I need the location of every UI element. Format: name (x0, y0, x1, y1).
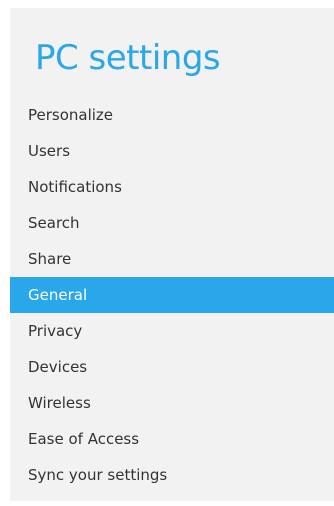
menu-item-devices[interactable]: Devices (10, 349, 334, 385)
menu-item-privacy[interactable]: Privacy (10, 313, 334, 349)
menu-item-wireless[interactable]: Wireless (10, 385, 334, 421)
menu-item-ease-of-access[interactable]: Ease of Access (10, 421, 334, 457)
menu-item-personalize[interactable]: Personalize (10, 97, 334, 133)
menu-item-share[interactable]: Share (10, 241, 334, 277)
settings-panel: PC settings Personalize Users Notificati… (10, 8, 334, 501)
page-title: PC settings (35, 38, 221, 78)
menu-item-sync-your-settings[interactable]: Sync your settings (10, 457, 334, 493)
menu-item-search[interactable]: Search (10, 205, 334, 241)
menu-item-users[interactable]: Users (10, 133, 334, 169)
menu-item-notifications[interactable]: Notifications (10, 169, 334, 205)
menu-item-general[interactable]: General (10, 277, 334, 313)
settings-menu: Personalize Users Notifications Search S… (10, 97, 334, 493)
